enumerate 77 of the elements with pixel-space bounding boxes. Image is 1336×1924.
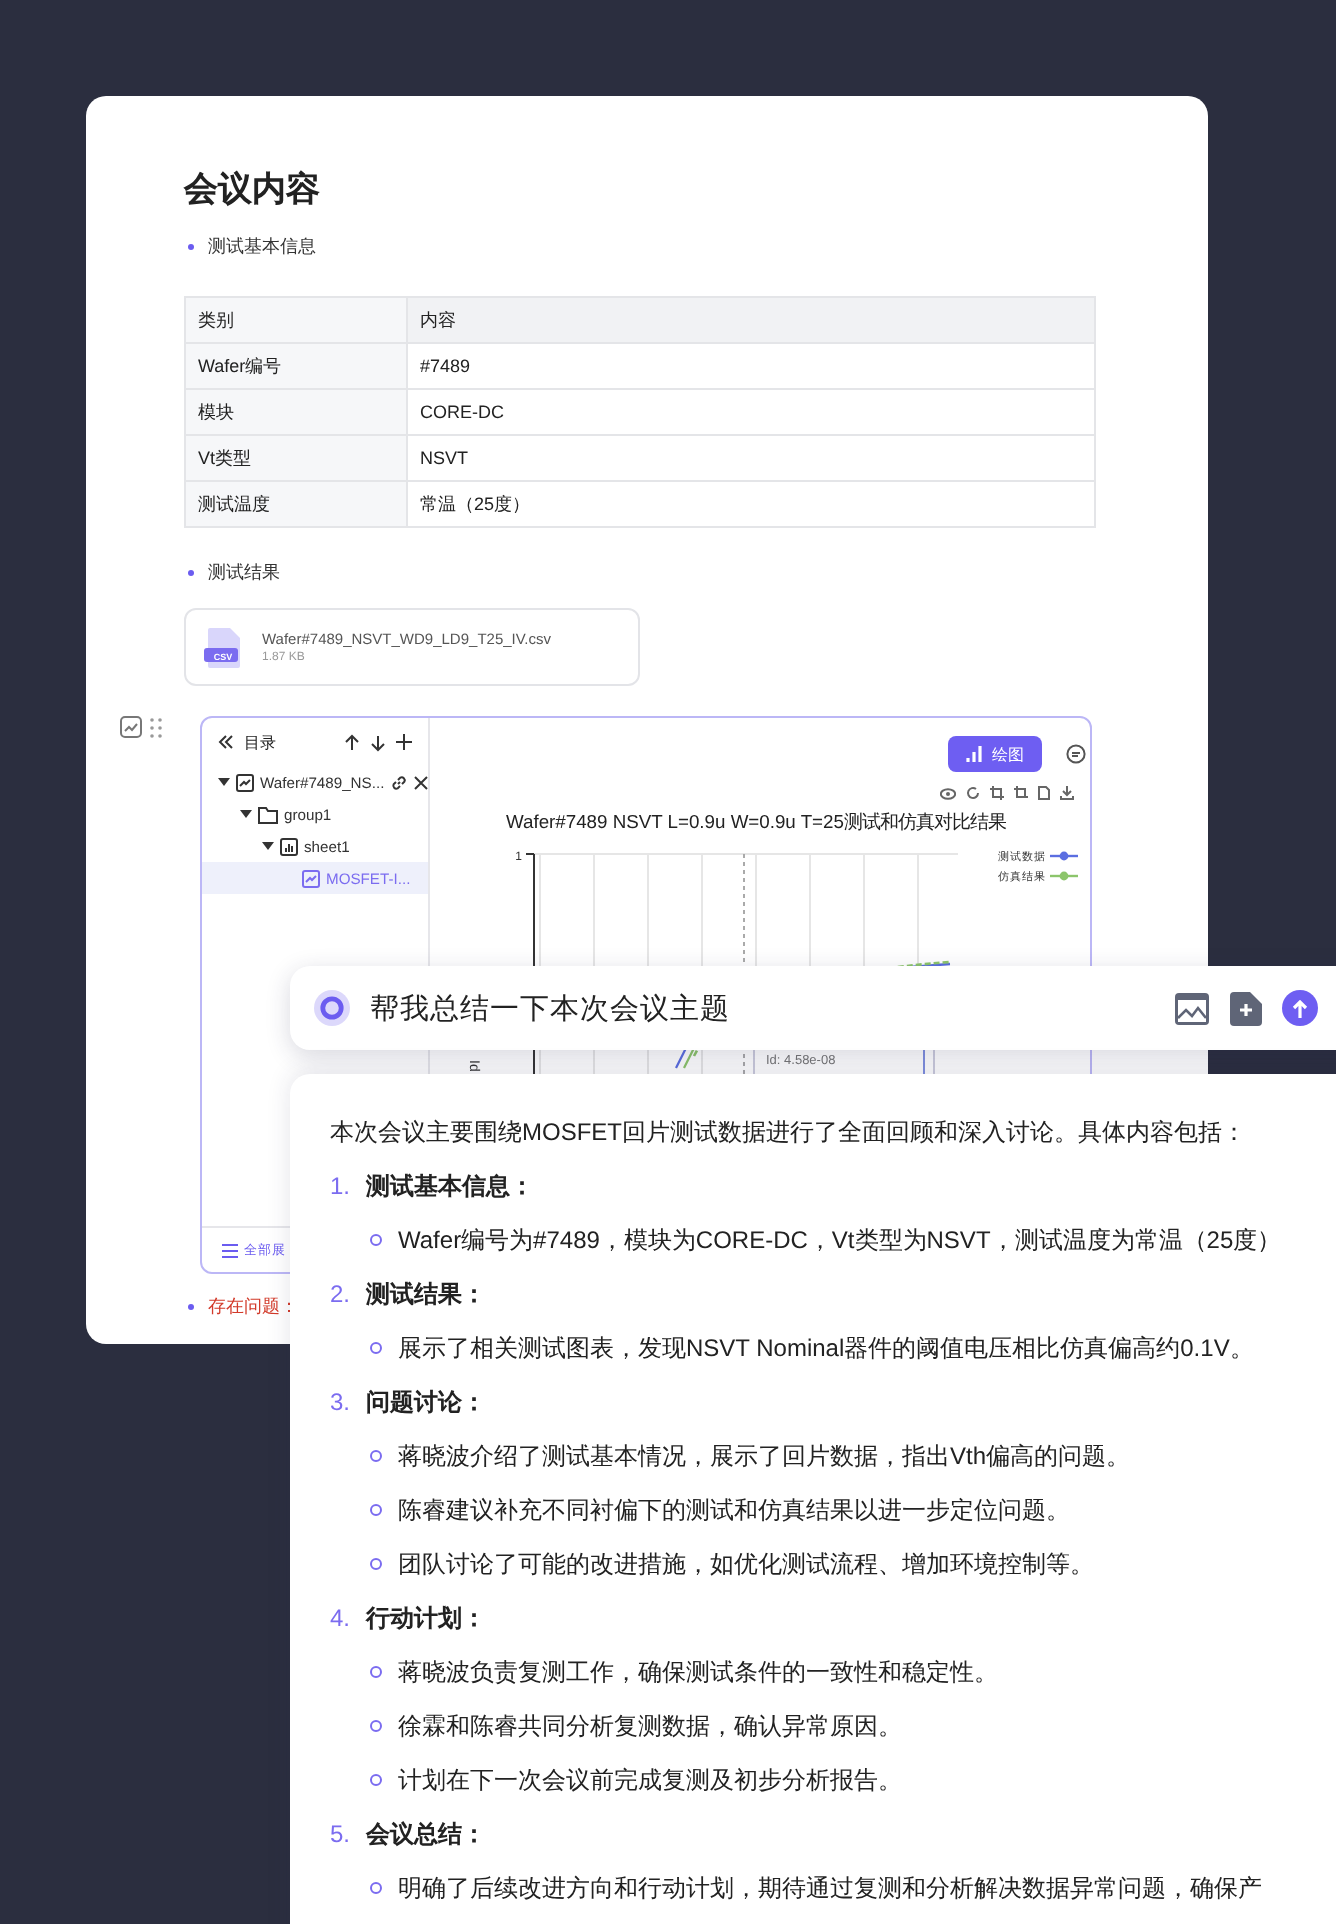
list-number: 4.	[330, 1604, 353, 1632]
bullet-icon	[370, 1666, 382, 1678]
table-cell: 常温（25度）	[407, 481, 1095, 527]
sheet-icon	[280, 837, 298, 855]
bullet-icon	[370, 1342, 382, 1354]
table-header-cell: 内容	[407, 297, 1095, 343]
section-heading: 测试基本信息	[208, 234, 316, 258]
bullet-icon	[370, 1558, 382, 1570]
list-number: 1.	[330, 1172, 353, 1200]
table-cell: Wafer编号	[185, 343, 407, 389]
item-text: 徐霖和陈睿共同分析复测数据，确认异常原因。	[398, 1712, 902, 1740]
chart-file-icon	[302, 869, 320, 887]
caret-icon[interactable]	[240, 808, 252, 820]
image-icon[interactable]	[1174, 991, 1210, 1025]
crop-icon[interactable]	[1014, 786, 1029, 800]
table-header-cell: 类别	[185, 297, 407, 343]
item-text: Wafer编号为#7489，模块为CORE-DC，Vt类型为NSVT，测试温度为常温（25度）	[398, 1226, 1282, 1254]
download-icon[interactable]	[1060, 786, 1075, 800]
bar-chart-icon	[966, 746, 985, 762]
bullet-icon	[370, 1882, 382, 1894]
item-title: 测试结果：	[366, 1280, 486, 1308]
bullet-icon	[370, 1234, 382, 1246]
chart-title: Wafer#7489 NSVT L=0.9u W=0.9u T=25测试和仿真对比结果	[506, 810, 1007, 832]
document-icon[interactable]	[1038, 786, 1051, 800]
item-text: 明确了后续改进方向和行动计划，期待通过复测和分析解决数据异常问题，确保产	[398, 1874, 1262, 1902]
collapse-icon[interactable]	[218, 734, 234, 750]
arrow-up-icon[interactable]	[344, 733, 361, 751]
table-cell: CORE-DC	[407, 389, 1095, 435]
table-cell: NSVT	[407, 435, 1095, 481]
item-text: 展示了相关测试图表，发现NSVT Nominal器件的阈值电压相比仿真偏高约0.1V。	[398, 1334, 1254, 1362]
item-text: 蒋晓波介绍了测试基本情况，展示了回片数据，指出Vth偏高的问题。	[398, 1442, 1131, 1470]
plot-button[interactable]: 绘图	[948, 736, 1043, 772]
section-heading: 测试结果	[208, 560, 280, 584]
item-text: 计划在下一次会议前完成复测及初步分析报告。	[398, 1766, 902, 1794]
item-title: 行动计划：	[366, 1604, 486, 1632]
csv-file-icon	[204, 625, 244, 669]
item-title: 会议总结：	[366, 1820, 486, 1848]
list-number: 2.	[330, 1280, 353, 1308]
arrow-up-icon	[1292, 999, 1308, 1017]
table-cell: #7489	[407, 343, 1095, 389]
prompt-input[interactable]: 帮我总结一下本次会议主题	[370, 992, 1130, 1024]
item-text: 团队讨论了可能的改进措施，如优化测试流程、增加环境控制等。	[398, 1550, 1094, 1578]
eye-icon[interactable]	[940, 787, 957, 799]
crop-icon[interactable]	[990, 786, 1005, 800]
list-icon	[222, 1243, 238, 1257]
bullet-icon	[370, 1720, 382, 1732]
drag-handle-icon[interactable]	[150, 717, 162, 737]
folder-icon	[258, 805, 278, 823]
caret-icon[interactable]	[218, 776, 230, 788]
chart-file-icon	[236, 773, 254, 791]
item-text: 陈睿建议补充不同衬偏下的测试和仿真结果以进一步定位问题。	[398, 1496, 1070, 1524]
caret-icon[interactable]	[262, 840, 274, 852]
table-cell: Vt类型	[185, 435, 407, 481]
bullet-icon	[370, 1450, 382, 1462]
arrow-down-icon[interactable]	[370, 733, 387, 751]
plus-icon[interactable]	[396, 734, 413, 750]
chart-block-icon[interactable]	[120, 716, 142, 738]
tree-title: 目录	[244, 731, 276, 753]
list-number: 3.	[330, 1388, 353, 1416]
bullet-icon	[370, 1504, 382, 1516]
assistant-icon	[314, 990, 350, 1026]
comment-icon[interactable]	[1066, 744, 1087, 764]
table-cell: 测试温度	[185, 481, 407, 527]
close-icon[interactable]	[414, 775, 429, 789]
list-number: 5.	[330, 1820, 353, 1848]
add-file-icon[interactable]	[1230, 991, 1262, 1025]
document-title: 会议内容	[184, 170, 322, 210]
link-icon[interactable]	[390, 773, 409, 791]
item-title: 测试基本信息：	[366, 1172, 534, 1200]
item-text: 蒋晓波负责复测工作，确保测试条件的一致性和稳定性。	[398, 1658, 998, 1686]
refresh-icon[interactable]	[966, 786, 981, 800]
summary-intro: 本次会议主要围绕MOSFET回片测试数据进行了全面回顾和深入讨论。具体内容包括：	[330, 1118, 1248, 1146]
table-cell: 模块	[185, 389, 407, 435]
item-title: 问题讨论：	[366, 1388, 486, 1416]
send-button[interactable]	[1282, 990, 1318, 1026]
section-heading: 存在问题：	[208, 1294, 298, 1318]
bullet-icon	[370, 1774, 382, 1786]
